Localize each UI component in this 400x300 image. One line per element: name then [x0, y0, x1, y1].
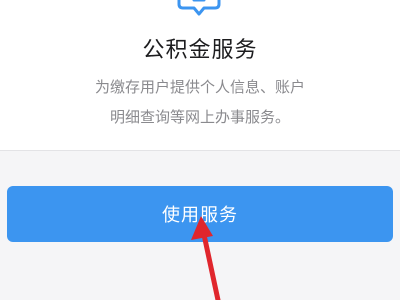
service-description-line: 明细查询等网上办事服务。	[109, 108, 290, 126]
use-service-button[interactable]: 使用服务	[7, 186, 393, 242]
service-description-line: 为缴存用户提供个人信息、账户	[94, 78, 305, 96]
service-description: 为缴存用户提供个人信息、账户 明细查询等网上办事服务。	[0, 72, 400, 132]
service-title: 公积金服务	[142, 38, 258, 63]
service-card: 公积金服务 为缴存用户提供个人信息、账户 明细查询等网上办事服务。	[0, 0, 400, 151]
chat-bubble-icon	[176, 0, 222, 18]
